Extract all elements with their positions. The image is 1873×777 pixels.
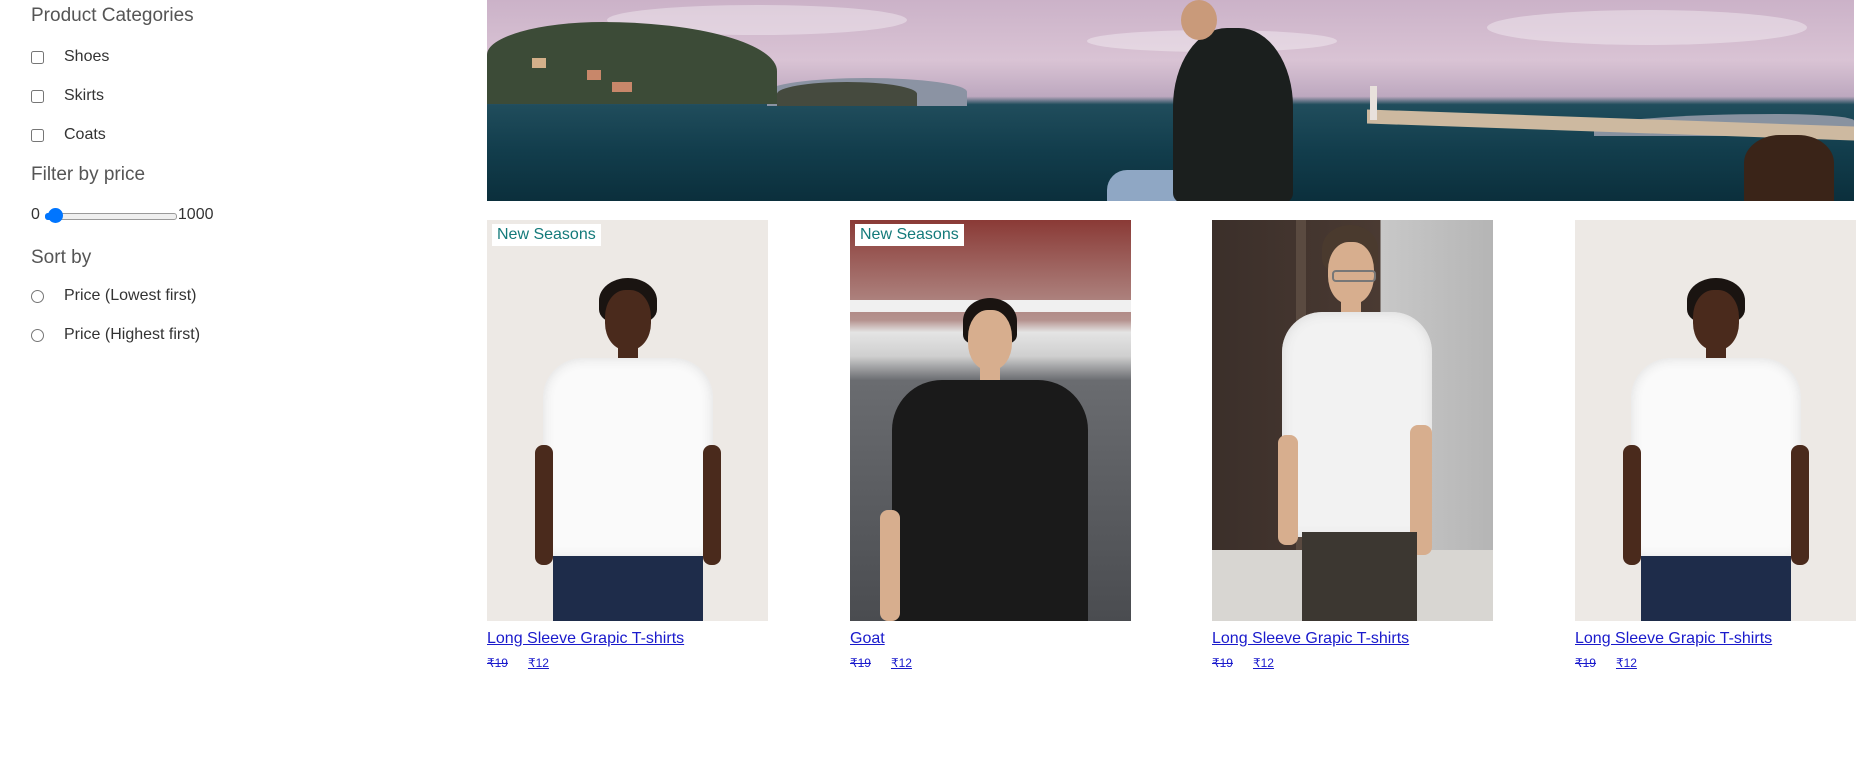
- sort-heading: Sort by: [31, 247, 92, 268]
- product-prices: ₹19 ₹12: [1212, 656, 1493, 670]
- product-image[interactable]: New Seasons: [850, 220, 1131, 621]
- category-option-skirts[interactable]: Skirts: [31, 87, 104, 105]
- price-range-slider[interactable]: [41, 204, 177, 226]
- original-price[interactable]: ₹19: [1212, 656, 1233, 670]
- sort-option-lowest[interactable]: Price (Lowest first): [31, 287, 196, 305]
- product-title-link[interactable]: Long Sleeve Grapic T-shirts: [487, 630, 768, 648]
- sale-price[interactable]: ₹12: [1616, 656, 1637, 670]
- category-checkbox-shoes[interactable]: [31, 50, 44, 64]
- categories-heading: Product Categories: [31, 5, 194, 26]
- original-price[interactable]: ₹19: [850, 656, 871, 670]
- hero-banner-image: [487, 0, 1854, 201]
- product-card[interactable]: Long Sleeve Grapic T-shirts ₹19 ₹12: [1212, 220, 1493, 670]
- original-price[interactable]: ₹19: [1575, 656, 1596, 670]
- sale-price[interactable]: ₹12: [891, 656, 912, 670]
- slider-track: [44, 213, 177, 220]
- sort-radio-highest[interactable]: [31, 328, 44, 342]
- sale-price[interactable]: ₹12: [1253, 656, 1274, 670]
- product-title-link[interactable]: Long Sleeve Grapic T-shirts: [1575, 630, 1856, 648]
- shop-page: Product Categories Shoes Skirts Coats Fi…: [0, 0, 1873, 777]
- slider-thumb[interactable]: [47, 208, 63, 223]
- sort-option-highest[interactable]: Price (Highest first): [31, 326, 200, 344]
- person-head: [1181, 0, 1217, 40]
- category-label: Coats: [64, 126, 106, 143]
- product-card[interactable]: New Seasons Goat ₹19 ₹12: [850, 220, 1131, 670]
- category-label: Skirts: [64, 87, 104, 104]
- person-jacket: [1173, 28, 1293, 201]
- product-title-link[interactable]: Goat: [850, 630, 1131, 648]
- product-badge: New Seasons: [492, 224, 601, 246]
- island-rock: [777, 82, 917, 106]
- product-image[interactable]: [1212, 220, 1493, 621]
- category-option-coats[interactable]: Coats: [31, 126, 106, 144]
- sort-radio-lowest[interactable]: [31, 289, 44, 303]
- category-checkbox-coats[interactable]: [31, 128, 44, 142]
- sale-price[interactable]: ₹12: [528, 656, 549, 670]
- price-max-label: 1000: [177, 206, 214, 223]
- sort-label: Price (Lowest first): [64, 287, 197, 304]
- category-option-shoes[interactable]: Shoes: [31, 48, 109, 66]
- price-filter-heading: Filter by price: [31, 164, 146, 185]
- category-label: Shoes: [64, 48, 110, 65]
- bollard: [1744, 135, 1834, 201]
- product-badge: New Seasons: [855, 224, 964, 246]
- product-card[interactable]: New Seasons Long Sleeve Grapic T-shirts …: [487, 220, 768, 670]
- original-price[interactable]: ₹19: [487, 656, 508, 670]
- category-checkbox-skirts[interactable]: [31, 89, 44, 103]
- product-image[interactable]: New Seasons: [487, 220, 768, 621]
- price-filter: 0 1000: [31, 204, 214, 226]
- product-title-link[interactable]: Long Sleeve Grapic T-shirts: [1212, 630, 1493, 648]
- product-card[interactable]: Long Sleeve Grapic T-shirts ₹19 ₹12: [1575, 220, 1856, 670]
- product-prices: ₹19 ₹12: [850, 656, 1131, 670]
- product-prices: ₹19 ₹12: [1575, 656, 1856, 670]
- sort-label: Price (Highest first): [64, 326, 201, 343]
- price-min-label: 0: [31, 206, 40, 223]
- product-image[interactable]: [1575, 220, 1856, 621]
- lighthouse: [1370, 86, 1377, 120]
- product-prices: ₹19 ₹12: [487, 656, 768, 670]
